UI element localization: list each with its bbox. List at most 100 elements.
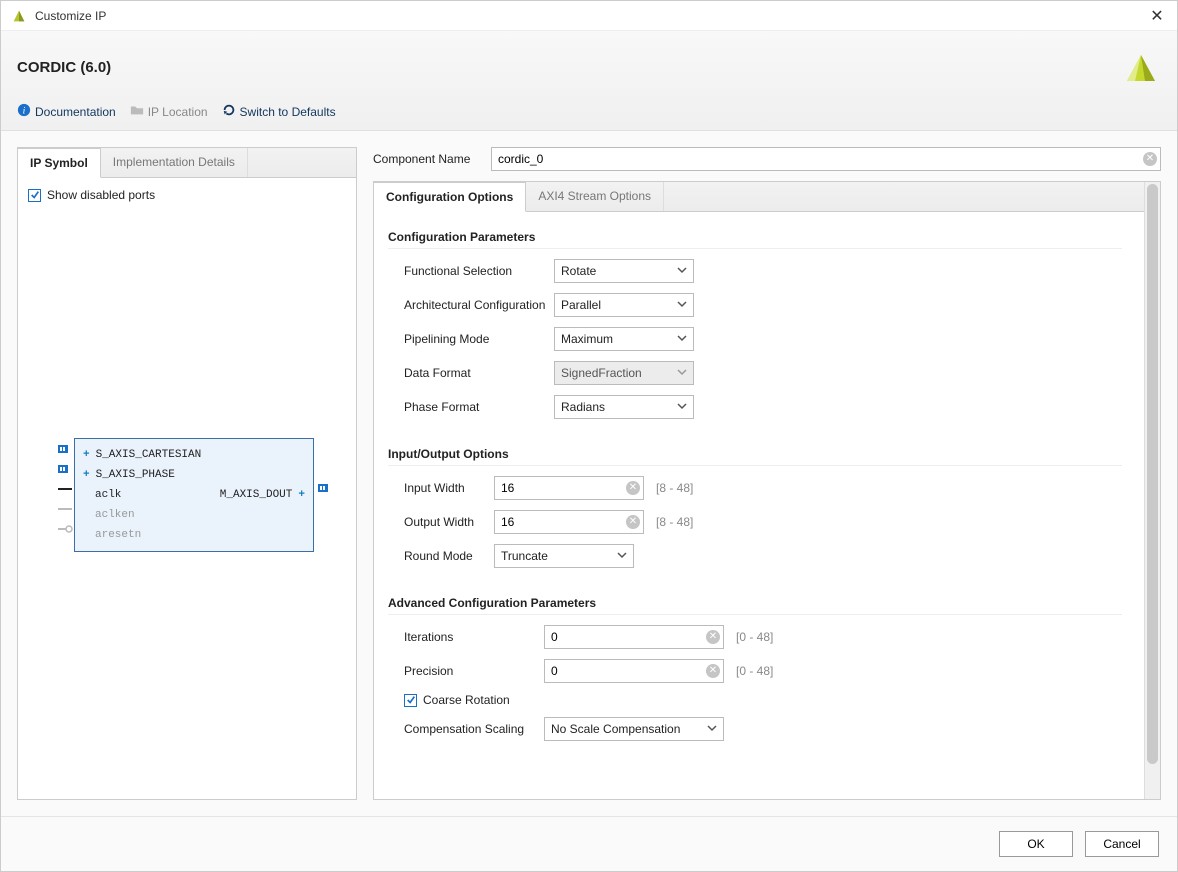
input-width-input[interactable] [494,476,644,500]
tab-axi4-stream-options[interactable]: AXI4 Stream Options [526,182,664,211]
wire-stub-icon [58,503,74,515]
coarse-rotation-label: Coarse Rotation [423,693,510,707]
switch-defaults-label: Switch to Defaults [240,105,336,119]
functional-selection-select[interactable]: Rotate [554,259,694,283]
arch-config-label: Architectural Configuration [404,298,554,312]
bus-expand-icon[interactable]: + [298,489,305,501]
select-value: Radians [561,400,605,414]
bus-stub-icon [314,481,330,495]
port-aclk: aclk [95,489,121,501]
select-value: SignedFraction [561,366,642,380]
bus-expand-icon[interactable]: + [83,469,90,481]
clear-icon[interactable]: ✕ [706,664,720,678]
window-title: Customize IP [35,9,1147,23]
ok-button[interactable]: OK [999,831,1073,857]
reset-stub-icon [58,523,74,535]
app-icon [11,8,27,24]
tab-ip-symbol[interactable]: IP Symbol [18,148,101,178]
iterations-input[interactable] [544,625,724,649]
section-advanced: Advanced Configuration Parameters [388,596,1122,615]
show-disabled-checkbox[interactable]: Show disabled ports [28,188,346,202]
iterations-range: [0 - 48] [736,630,773,644]
ip-block: + S_AXIS_CARTESIAN + S_AXIS_PHASE aclk M_A… [74,438,314,552]
round-mode-select[interactable]: Truncate [494,544,634,568]
input-width-range: [8 - 48] [656,481,693,495]
bus-stub-icon [58,442,74,456]
tab-implementation-details[interactable]: Implementation Details [101,148,248,177]
iterations-label: Iterations [404,630,544,644]
port-m-dout: M_AXIS_DOUT [220,489,293,501]
pipelining-mode-select[interactable]: Maximum [554,327,694,351]
port-aresetn: aresetn [95,529,141,541]
dialog-body: IP Symbol Implementation Details Show di… [1,131,1177,816]
functional-selection-label: Functional Selection [404,264,554,278]
select-value: No Scale Compensation [551,722,680,736]
port-s-phase: S_AXIS_PHASE [96,469,175,481]
checkbox-box [28,189,41,202]
documentation-link[interactable]: i Documentation [17,103,116,120]
clear-icon[interactable]: ✕ [1143,152,1157,166]
scrollbar-thumb[interactable] [1147,184,1158,764]
section-io-options: Input/Output Options [388,447,1122,466]
section-config-parameters: Configuration Parameters [388,230,1122,249]
switch-defaults-link[interactable]: Switch to Defaults [222,103,336,120]
chevron-down-icon [677,264,687,278]
component-name-input[interactable] [491,147,1161,171]
component-name-label: Component Name [373,152,483,166]
info-icon: i [17,103,31,120]
window: Customize IP ✕ CORDIC (6.0) i Documentat… [0,0,1178,872]
config-inner: Configuration Parameters Functional Sele… [374,212,1144,799]
right-panel: Component Name ✕ Configuration Options A… [373,147,1161,800]
input-width-label: Input Width [404,481,494,495]
phase-format-select[interactable]: Radians [554,395,694,419]
arch-config-select[interactable]: Parallel [554,293,694,317]
ip-symbol-canvas: Show disabled ports + S_AXIS_CARTESIAN + S… [18,178,356,799]
wire-stub-icon [58,483,74,495]
chevron-down-icon [677,298,687,312]
left-panel: IP Symbol Implementation Details Show di… [17,147,357,800]
titlebar: Customize IP ✕ [1,1,1177,31]
clear-icon[interactable]: ✕ [626,481,640,495]
port-aclken: aclken [95,509,135,521]
port-s-cartesian: S_AXIS_CARTESIAN [96,449,202,461]
close-icon[interactable]: ✕ [1147,6,1167,26]
config-tabs: Configuration Options AXI4 Stream Option… [374,182,1144,212]
toolbar: i Documentation IP Location Switch to De… [17,103,1161,120]
svg-text:i: i [23,106,26,117]
vivado-logo-icon [1121,47,1161,87]
bus-stub-icon [58,462,74,476]
select-value: Maximum [561,332,613,346]
chevron-down-icon [677,332,687,346]
checkbox-box [404,694,417,707]
bus-expand-icon[interactable]: + [83,449,90,461]
clear-icon[interactable]: ✕ [706,630,720,644]
data-format-select: SignedFraction [554,361,694,385]
ip-location-link[interactable]: IP Location [130,103,208,120]
config-box: Configuration Options AXI4 Stream Option… [373,181,1161,800]
scrollbar[interactable] [1144,182,1160,799]
precision-range: [0 - 48] [736,664,773,678]
select-value: Parallel [561,298,601,312]
select-value: Truncate [501,549,548,563]
folder-icon [130,103,144,120]
header: CORDIC (6.0) i Documentation IP Location… [1,31,1177,131]
precision-label: Precision [404,664,544,678]
chevron-down-icon [677,366,687,380]
comp-scaling-label: Compensation Scaling [404,722,544,736]
output-width-input[interactable] [494,510,644,534]
output-width-range: [8 - 48] [656,515,693,529]
component-name-row: Component Name ✕ [373,147,1161,171]
round-mode-label: Round Mode [404,549,494,563]
ip-location-label: IP Location [148,105,208,119]
tab-configuration-options[interactable]: Configuration Options [374,182,526,212]
refresh-icon [222,103,236,120]
comp-scaling-select[interactable]: No Scale Compensation [544,717,724,741]
coarse-rotation-checkbox[interactable]: Coarse Rotation [404,693,510,707]
left-tabs: IP Symbol Implementation Details [18,148,356,178]
documentation-label: Documentation [35,105,116,119]
pipelining-mode-label: Pipelining Mode [404,332,554,346]
page-title: CORDIC (6.0) [17,59,111,76]
clear-icon[interactable]: ✕ [626,515,640,529]
precision-input[interactable] [544,659,724,683]
cancel-button[interactable]: Cancel [1085,831,1159,857]
